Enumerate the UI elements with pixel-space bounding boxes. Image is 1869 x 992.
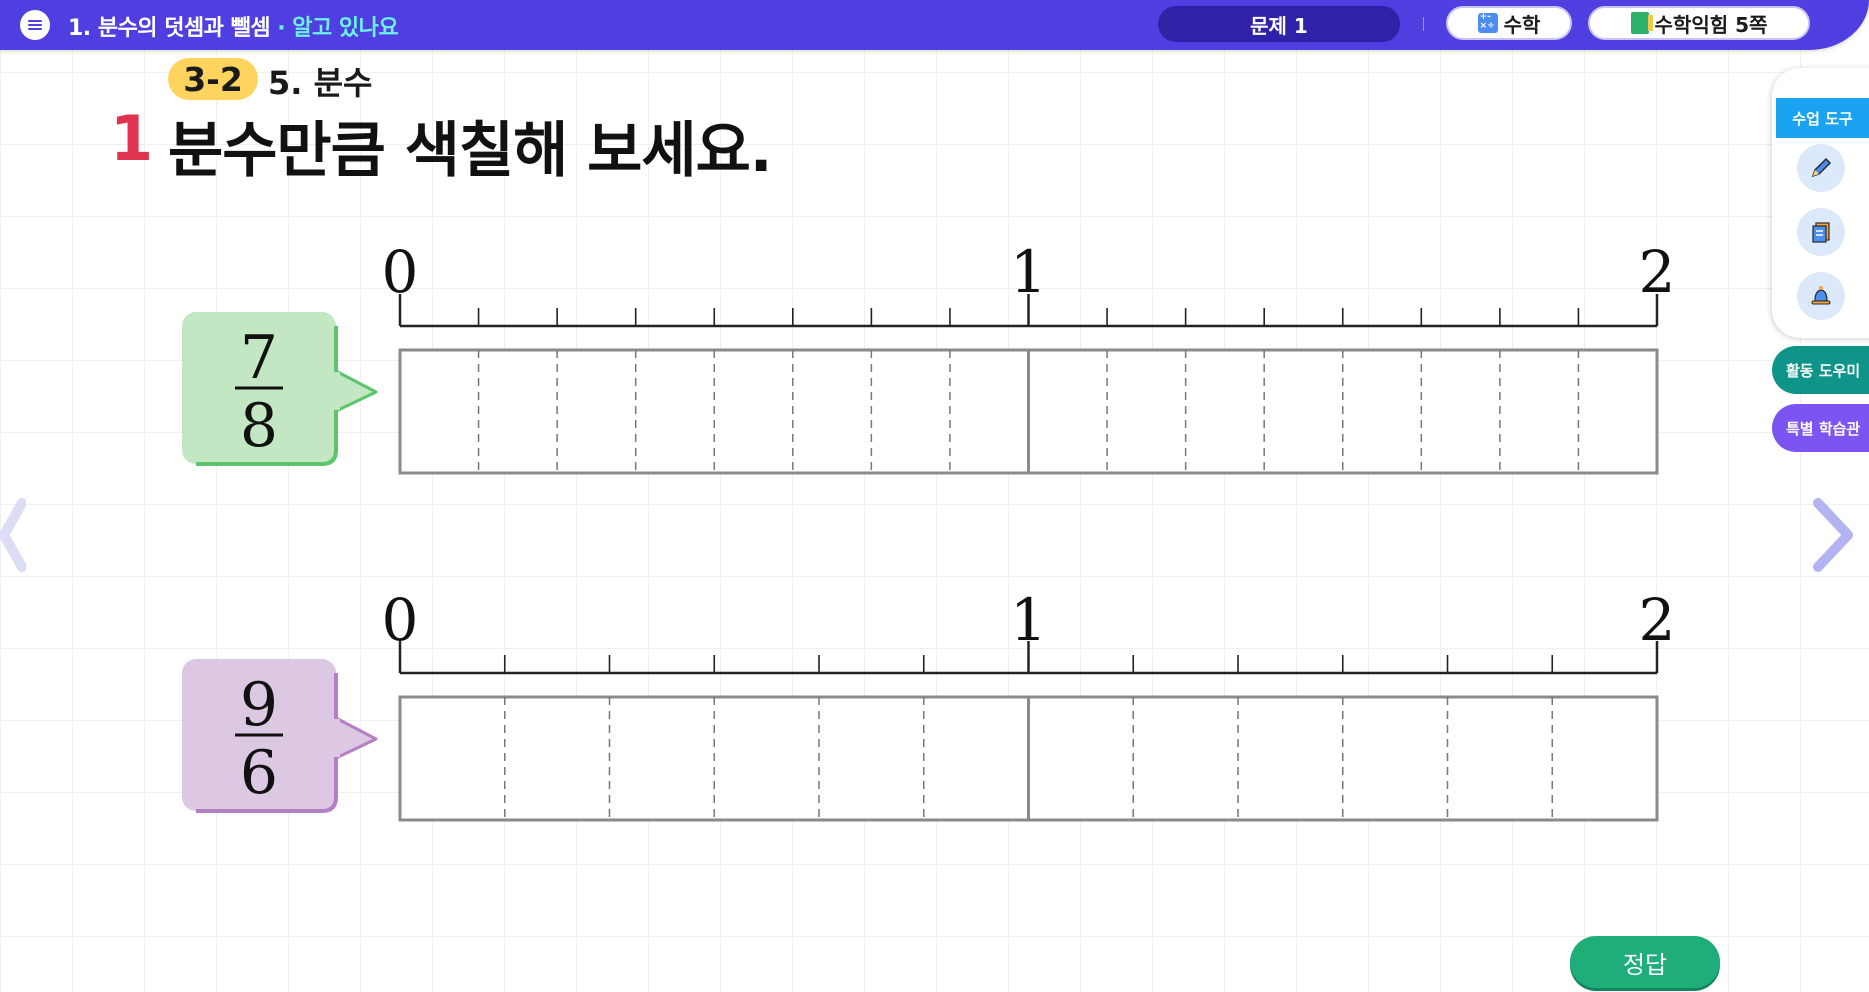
fraction-denominator: 6 [240,738,278,808]
tick-label: 0 [382,586,419,654]
tick-label: 2 [1639,586,1676,654]
tick-label: 0 [382,238,419,306]
tick-label: 2 [1639,238,1676,306]
prev-arrow-icon[interactable] [0,495,26,575]
tick-label: 1 [1010,238,1047,306]
document-icon[interactable] [1797,208,1845,256]
class-tools-header: 수업 도구 [1776,98,1869,138]
special-study-button[interactable]: 특별 학습관 [1772,404,1869,452]
fraction-numerator: 9 [240,670,278,740]
tick-label: 1 [1010,586,1047,654]
card-joint [332,719,340,757]
pencil-icon[interactable] [1797,144,1845,192]
fraction-numerator: 7 [240,323,278,393]
next-arrow-icon[interactable] [1808,495,1858,575]
fraction-denominator: 8 [240,391,278,461]
card-pointer [332,715,378,761]
answer-button[interactable]: 정답 [1570,936,1720,988]
activity-helper-button[interactable]: 활동 도우미 [1772,346,1869,394]
fraction-workspace: 0 1 2 78 0 1 2 96 [182,238,1676,822]
bell-icon[interactable] [1797,272,1845,320]
card-pointer [332,368,378,414]
card-joint [332,372,340,410]
